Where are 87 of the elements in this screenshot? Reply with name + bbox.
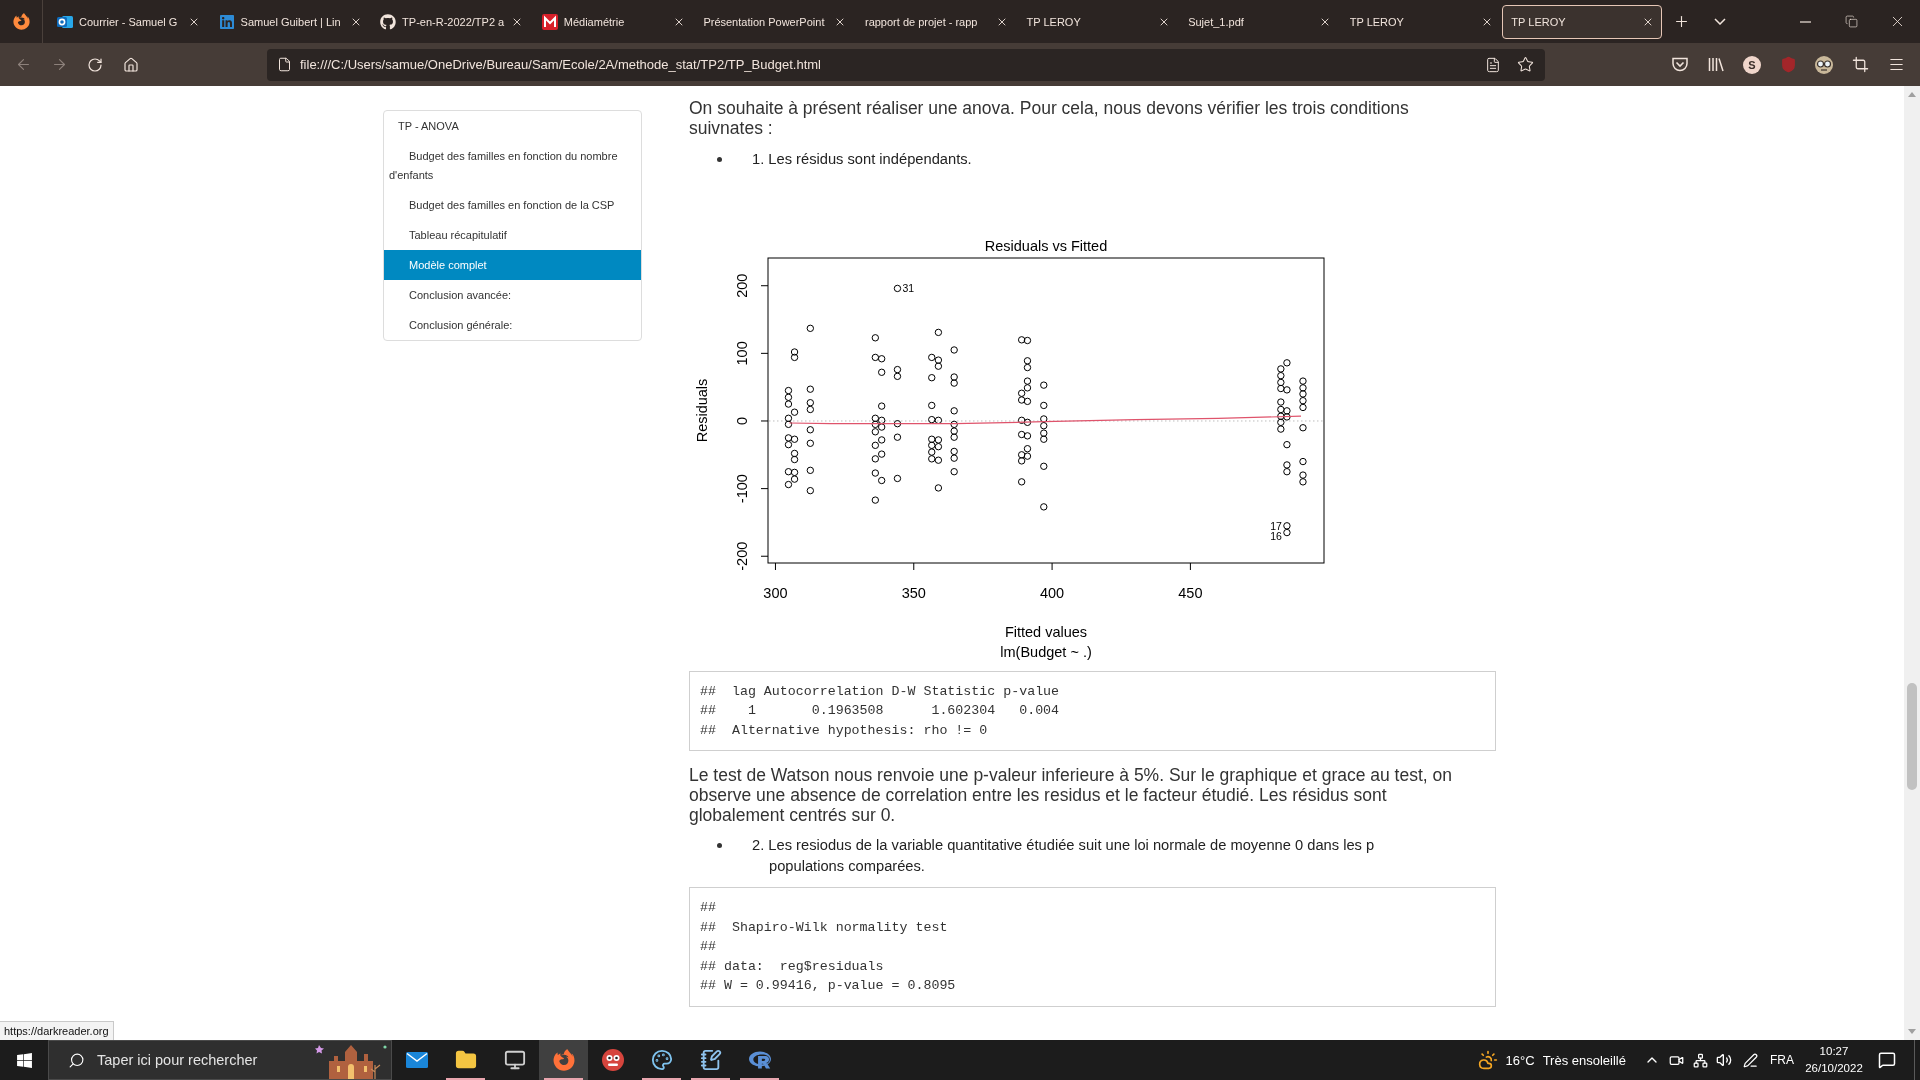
- weather-widget[interactable]: 16°C Très ensoleillé: [1471, 1040, 1640, 1080]
- network-icon: [1692, 1052, 1708, 1068]
- tick-label: 200: [734, 273, 750, 298]
- shield-icon: [1779, 56, 1797, 73]
- message-icon: [1878, 1051, 1896, 1069]
- language-button[interactable]: FRA: [1764, 1040, 1800, 1080]
- x-axis-label: Fitted values: [1004, 623, 1088, 640]
- menu-icon: [1887, 56, 1905, 73]
- address-bar[interactable]: file:///C:/Users/samue/OneDrive/Bureau/Sam/Ecole/2A/methode_stat/TP2/TP_Budget.html: [267, 48, 1545, 81]
- home-icon: [123, 56, 139, 73]
- browser-tab[interactable]: TP-en-R-2022/TP2 a: [371, 4, 532, 39]
- window-panes-icon: [15, 1051, 33, 1069]
- page-icon: [277, 57, 292, 72]
- point-label: 31: [902, 281, 915, 294]
- paragraph: Le test de Watson nous renvoie une p-valeur inferieure à 5%. Sur le graphique et grace au test, on observe une absence de correlation entre les residus et le facteur étudié. Les résidus sont globalement centrés sur 0.: [689, 764, 1453, 825]
- bullet-icon: [716, 843, 722, 848]
- tick-label: 300: [763, 584, 788, 601]
- tick-label: 0: [734, 416, 750, 425]
- folder-icon: [454, 1049, 477, 1071]
- list-item-text: 2. Les resiodus de la variable quantitative étudiée suit une loi normale de moyenne 0 dans les p populations comparées.: [752, 836, 1376, 876]
- browser-tab[interactable]: Médiamétrie: [532, 4, 693, 39]
- point-label: 17: [1270, 519, 1282, 532]
- logo-tile-icon: [541, 13, 558, 30]
- tick-label: 400: [1040, 584, 1065, 601]
- pocket-icon: [1672, 57, 1688, 72]
- browser-tab[interactable]: rapport de projet - rapp: [855, 4, 1016, 39]
- chart-subtitle: lm(Budget ~ .): [1000, 643, 1092, 660]
- minimize-icon: [1799, 20, 1811, 23]
- browser-tab[interactable]: Sujet_1.pdf: [1179, 4, 1340, 39]
- tick-label: -100: [734, 473, 750, 503]
- list-item-text: 1. Les résidus sont indépendants.: [752, 149, 972, 169]
- in-logo-icon: [218, 13, 235, 30]
- toc-item[interactable]: Conclusion avancée:: [384, 280, 641, 310]
- tick-label: 350: [901, 584, 926, 601]
- browser-logo-icon: [552, 1049, 575, 1071]
- y-axis-label: Residuals: [694, 378, 710, 442]
- library-icon: [1708, 57, 1724, 72]
- point-label: 16: [1270, 529, 1282, 542]
- tick-label: 100: [734, 340, 750, 365]
- crop-icon: [1851, 56, 1869, 73]
- monitor-icon: [503, 1049, 526, 1071]
- mail-tile-icon: [57, 13, 73, 30]
- search-icon: [68, 1051, 85, 1069]
- cat-logo-icon: [380, 13, 397, 30]
- toc-item[interactable]: Budget des familles en fonction du nombre d'enfants: [384, 141, 641, 190]
- palette-icon: [650, 1049, 673, 1071]
- toc-item[interactable]: Modèle complet: [384, 250, 641, 280]
- envelope-icon: [405, 1052, 428, 1068]
- browser-tab[interactable]: TP LEROY: [1017, 4, 1178, 39]
- browser-tab[interactable]: TP LEROY: [1340, 4, 1501, 39]
- scrollbar[interactable]: [1904, 86, 1920, 1040]
- code-output: ## lag Autocorrelation D-W Statistic p-value ## 1 0.1963508 1.602304 0.004 ## Alternative hypothesis: rho != 0: [689, 670, 1496, 751]
- tick-label: -200: [734, 541, 750, 571]
- browser-tab[interactable]: Courrier - Samuel G: [48, 4, 208, 39]
- scrollbar-thumb[interactable]: [1907, 683, 1917, 790]
- sun-cloud-icon: [1477, 1050, 1498, 1070]
- browser-logo-icon: [12, 13, 30, 30]
- paragraph: On souhaite à présent réaliser une anova. Pour cela, nous devons vérifier les trois conditions suivnates :: [689, 98, 1410, 138]
- toc-item[interactable]: Conclusion générale:: [384, 310, 641, 340]
- tick-label: 450: [1178, 584, 1203, 601]
- glasses-face-icon: [1815, 55, 1833, 74]
- extension-button[interactable]: S: [1743, 55, 1761, 74]
- bullet-icon: [716, 156, 722, 162]
- browser-tab[interactable]: TP LEROY: [1502, 4, 1663, 39]
- r-logo-icon: [748, 1049, 771, 1071]
- speaker-icon: [1716, 1052, 1732, 1068]
- pen-icon: [1742, 1052, 1758, 1068]
- browser-tab[interactable]: Samuel Guibert | Lin: [209, 4, 370, 39]
- toc-item[interactable]: TP - ANOVA: [384, 111, 641, 141]
- toc-item[interactable]: Tableau récapitulatif: [384, 220, 641, 250]
- chart-title: Residuals vs Fitted: [984, 237, 1108, 254]
- clock[interactable]: 10:27 26/10/2022: [1800, 1040, 1868, 1080]
- chevron-down-icon: [1713, 18, 1726, 25]
- toc-item[interactable]: Budget des familles en fonction de la CSP: [384, 190, 641, 220]
- status-text: https://darkreader.org: [0, 1021, 114, 1040]
- restore-icon: [1844, 15, 1858, 28]
- search-box[interactable]: Taper ici pour rechercher: [48, 1040, 392, 1080]
- scroll-down-icon: [1908, 1029, 1916, 1034]
- star-icon: [1516, 56, 1534, 73]
- scroll-up-icon: [1908, 92, 1916, 97]
- code-output: ## ## Shapiro-Wilk normality test ## ## data: reg$residuals ## W = 0.99416, p-value = 0.8095: [689, 887, 1496, 1007]
- browser-tab[interactable]: Présentation PowerPoint: [694, 4, 855, 39]
- reload-icon: [87, 56, 103, 73]
- document-icon: [1485, 56, 1501, 73]
- face-icon: [601, 1049, 624, 1071]
- search-field[interactable]: Taper ici pour rechercher: [97, 1045, 303, 1075]
- notebook-icon: [699, 1049, 722, 1071]
